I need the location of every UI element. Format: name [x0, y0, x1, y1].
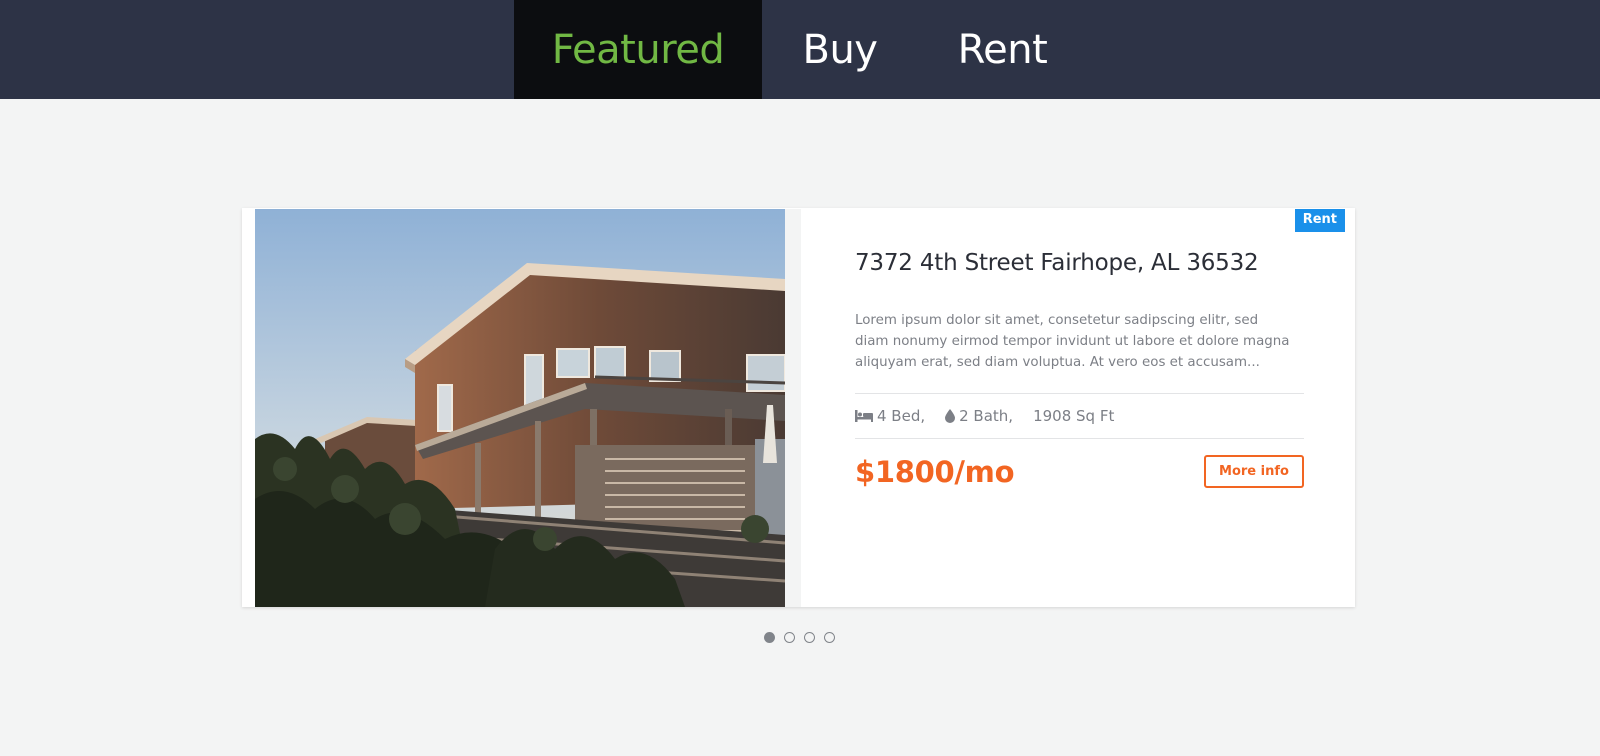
- baths-text: 2 Bath,: [959, 407, 1014, 425]
- photo-divider: [785, 209, 801, 607]
- listing-type-badge: Rent: [1294, 209, 1345, 232]
- carousel-pagination: [764, 632, 844, 643]
- listing-address[interactable]: 7372 4th Street Fairhope, AL 36532: [855, 250, 1259, 276]
- tab-featured[interactable]: Featured: [514, 0, 762, 99]
- carousel-dot-1[interactable]: [764, 632, 775, 643]
- tab-buy[interactable]: Buy: [790, 0, 890, 99]
- listing-price: $1800/mo: [855, 455, 1015, 489]
- feature-beds: 4 Bed,: [855, 407, 925, 425]
- bed-icon: [855, 410, 873, 422]
- feature-baths: 2 Bath,: [945, 407, 1013, 425]
- water-drop-icon: [945, 409, 956, 423]
- tab-rent-label: Rent: [957, 26, 1048, 73]
- listing-photo[interactable]: [255, 209, 785, 607]
- divider-bottom: [855, 438, 1304, 439]
- feature-area: 1908 Sq Ft: [1033, 407, 1114, 425]
- listing-card: Rent 7372 4th Street Fairhope, AL 36532 …: [242, 208, 1355, 607]
- tab-rent[interactable]: Rent: [950, 0, 1055, 99]
- carousel-dot-4[interactable]: [824, 632, 835, 643]
- more-info-button[interactable]: More info: [1204, 455, 1304, 488]
- divider-top: [855, 393, 1304, 394]
- tab-buy-label: Buy: [802, 26, 878, 73]
- house-photo-illustration: [255, 209, 785, 607]
- listing-description: Lorem ipsum dolor sit amet, consetetur s…: [855, 313, 1290, 370]
- area-text: 1908 Sq Ft: [1033, 407, 1115, 425]
- carousel-dot-2[interactable]: [784, 632, 795, 643]
- carousel-dot-3[interactable]: [804, 632, 815, 643]
- listing-features: 4 Bed, 2 Bath, 1908 Sq Ft: [855, 405, 1134, 427]
- tab-featured-label: Featured: [551, 26, 725, 73]
- beds-text: 4 Bed,: [877, 407, 926, 425]
- top-navigation: Featured Buy Rent: [0, 0, 1600, 99]
